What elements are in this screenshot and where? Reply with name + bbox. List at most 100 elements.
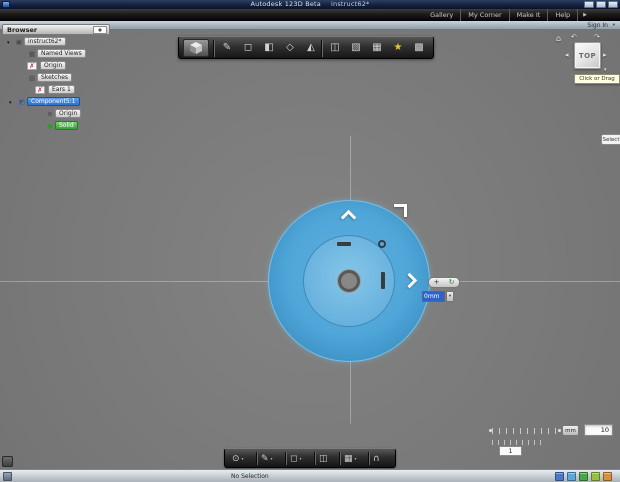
sketch-icon[interactable]: ✎ bbox=[217, 37, 237, 59]
primitives-menu-button[interactable] bbox=[183, 39, 209, 57]
sign-in-button[interactable]: Sign In bbox=[587, 22, 608, 29]
rotate-ccw-icon[interactable]: ↶ bbox=[571, 33, 577, 41]
toolbar-separator bbox=[339, 452, 340, 465]
menu-make-it[interactable]: Make It bbox=[510, 9, 549, 21]
toolbar-separator bbox=[368, 452, 369, 465]
ruler-end-dot bbox=[558, 429, 561, 432]
visibility-off-icon[interactable]: ✗ bbox=[35, 86, 45, 94]
viewcube[interactable]: TOP bbox=[574, 42, 601, 69]
sketch-circle-icon[interactable]: ⊙ bbox=[232, 454, 240, 464]
move-icon[interactable]: ◇ bbox=[280, 37, 300, 59]
titlebar: Autodesk 123D Beta instruct62* bbox=[0, 0, 620, 9]
steering-wheel-hub[interactable] bbox=[338, 270, 360, 292]
statusbar-icon[interactable] bbox=[603, 472, 612, 481]
toolbar-separator bbox=[256, 452, 257, 465]
pattern-icon[interactable]: ▧ bbox=[346, 37, 366, 59]
grid-icon[interactable]: ▦ bbox=[367, 37, 387, 59]
sketches-icon: ▨ bbox=[28, 74, 36, 82]
scale-value-field[interactable]: 10 bbox=[584, 424, 613, 436]
zoom-out-handle-icon[interactable] bbox=[337, 242, 351, 246]
dimension-dropdown-icon[interactable]: ▾ bbox=[446, 291, 454, 302]
combine-icon[interactable]: ◫ bbox=[325, 37, 345, 59]
viewcube-tooltip: Click or Drag bbox=[574, 74, 620, 84]
primitive-box-icon[interactable]: ◻ bbox=[238, 37, 258, 59]
nav-widget-icon[interactable] bbox=[2, 456, 13, 467]
cube-icon bbox=[190, 42, 202, 54]
browser-scroll-control[interactable] bbox=[93, 26, 107, 34]
pencil-icon[interactable]: ✎ bbox=[261, 454, 269, 464]
selection-corner-icon[interactable] bbox=[394, 204, 407, 217]
revolve-icon[interactable]: ◭ bbox=[301, 37, 321, 59]
viewcube-right-arrow-icon[interactable]: ▸ bbox=[603, 51, 607, 59]
rotate-cw-icon[interactable]: ↷ bbox=[594, 33, 600, 41]
dropdown-icon[interactable]: ▾ bbox=[271, 456, 273, 461]
scale-ruler[interactable] bbox=[492, 428, 558, 434]
expander-icon[interactable]: ▾ bbox=[7, 39, 10, 47]
viewcube-menu-icon[interactable]: ▾ bbox=[604, 67, 607, 73]
measure-icon[interactable]: ◫ bbox=[319, 454, 328, 464]
document-node-icon: ▣ bbox=[15, 38, 23, 46]
dropdown-icon[interactable]: ▾ bbox=[355, 456, 357, 461]
statusbar-icon[interactable] bbox=[591, 472, 600, 481]
menu-my-corner[interactable]: My Corner bbox=[461, 9, 510, 21]
statusbar-icon[interactable] bbox=[555, 472, 564, 481]
cylinder-icon[interactable]: ◧ bbox=[259, 37, 279, 59]
named-views-icon: ▦ bbox=[28, 50, 36, 58]
orbit-handle-icon[interactable] bbox=[381, 272, 385, 289]
toolbar-separator bbox=[213, 40, 214, 57]
ruler-end-dot bbox=[489, 429, 492, 432]
origin-icon: ⊕ bbox=[47, 110, 53, 118]
statusbar-app-icon bbox=[3, 472, 12, 481]
dimension-input[interactable] bbox=[422, 291, 445, 302]
tree-item-origin[interactable]: Origin bbox=[40, 61, 67, 70]
sub-scale-ruler[interactable] bbox=[492, 440, 544, 445]
sub-scale-value-field[interactable]: 1 bbox=[499, 446, 522, 456]
dropdown-icon[interactable]: ▾ bbox=[299, 456, 301, 461]
menu-items: Gallery My Corner Make It Help ▶ bbox=[423, 9, 592, 21]
tree-item-root[interactable]: instruct62* bbox=[24, 37, 66, 46]
app-window: Autodesk 123D Beta instruct62* Gallery My… bbox=[0, 0, 620, 482]
maximize-button[interactable] bbox=[596, 1, 606, 8]
toolbar-separator bbox=[314, 452, 315, 465]
statusbar: No Selection bbox=[0, 469, 620, 482]
minimize-button[interactable] bbox=[584, 1, 594, 8]
app-icon bbox=[2, 1, 10, 8]
snap-icon[interactable]: ▩ bbox=[409, 37, 429, 59]
sign-in-caret-icon: ▾ bbox=[612, 23, 615, 28]
expander-icon[interactable]: ▾ bbox=[9, 99, 12, 107]
selection-status: No Selection bbox=[231, 473, 269, 480]
menu-help[interactable]: Help bbox=[548, 9, 579, 21]
menubar: Gallery My Corner Make It Help ▶ bbox=[0, 9, 620, 21]
menu-gallery[interactable]: Gallery bbox=[423, 9, 462, 21]
component-icon: ◩ bbox=[18, 98, 26, 106]
tree-item-named-views[interactable]: Named Views bbox=[37, 49, 86, 58]
menu-more-icon[interactable]: ▶ bbox=[578, 12, 592, 18]
visibility-off-icon[interactable]: ✗ bbox=[27, 62, 37, 70]
browser-panel-header[interactable]: Browser bbox=[2, 24, 110, 35]
primitive-icon[interactable]: ◻ bbox=[290, 454, 297, 464]
close-button[interactable] bbox=[608, 1, 618, 8]
rotate-handle-icon[interactable]: ↻ bbox=[449, 278, 455, 287]
home-icon[interactable]: ⌂ bbox=[556, 34, 561, 43]
tree-item-component-origin[interactable]: Origin bbox=[55, 109, 82, 118]
solid-body-icon: ◼ bbox=[47, 122, 53, 130]
window-title: Autodesk 123D Beta instruct62* bbox=[0, 0, 620, 9]
tree-item-ears[interactable]: Ears 1 bbox=[48, 85, 75, 94]
unit-button[interactable]: mm bbox=[562, 425, 579, 436]
center-handle-icon[interactable] bbox=[378, 240, 386, 248]
statusbar-icon[interactable] bbox=[579, 472, 588, 481]
browser-title: Browser bbox=[7, 26, 38, 34]
toolbar-separator bbox=[321, 40, 322, 57]
viewcube-left-arrow-icon[interactable]: ◂ bbox=[565, 51, 569, 59]
tree-item-component[interactable]: Component5:1 bbox=[27, 97, 80, 106]
tree-item-sketches[interactable]: Sketches bbox=[37, 73, 73, 82]
dropdown-icon[interactable]: ▾ bbox=[242, 456, 244, 461]
main-toolbar: ✎ ◻ ◧ ◇ ◭ ◫ ▧ ▦ ★ ▩ bbox=[178, 36, 434, 59]
statusbar-icon[interactable] bbox=[567, 472, 576, 481]
select-tool-tab[interactable]: Select bbox=[601, 134, 620, 145]
magnet-icon[interactable]: ∩ bbox=[373, 454, 380, 464]
tree-item-solid[interactable]: Solid bbox=[55, 121, 78, 130]
move-handle-icon[interactable]: + bbox=[434, 278, 440, 287]
grid-snap-icon[interactable]: ▦ bbox=[344, 454, 353, 464]
material-icon[interactable]: ★ bbox=[388, 37, 408, 59]
